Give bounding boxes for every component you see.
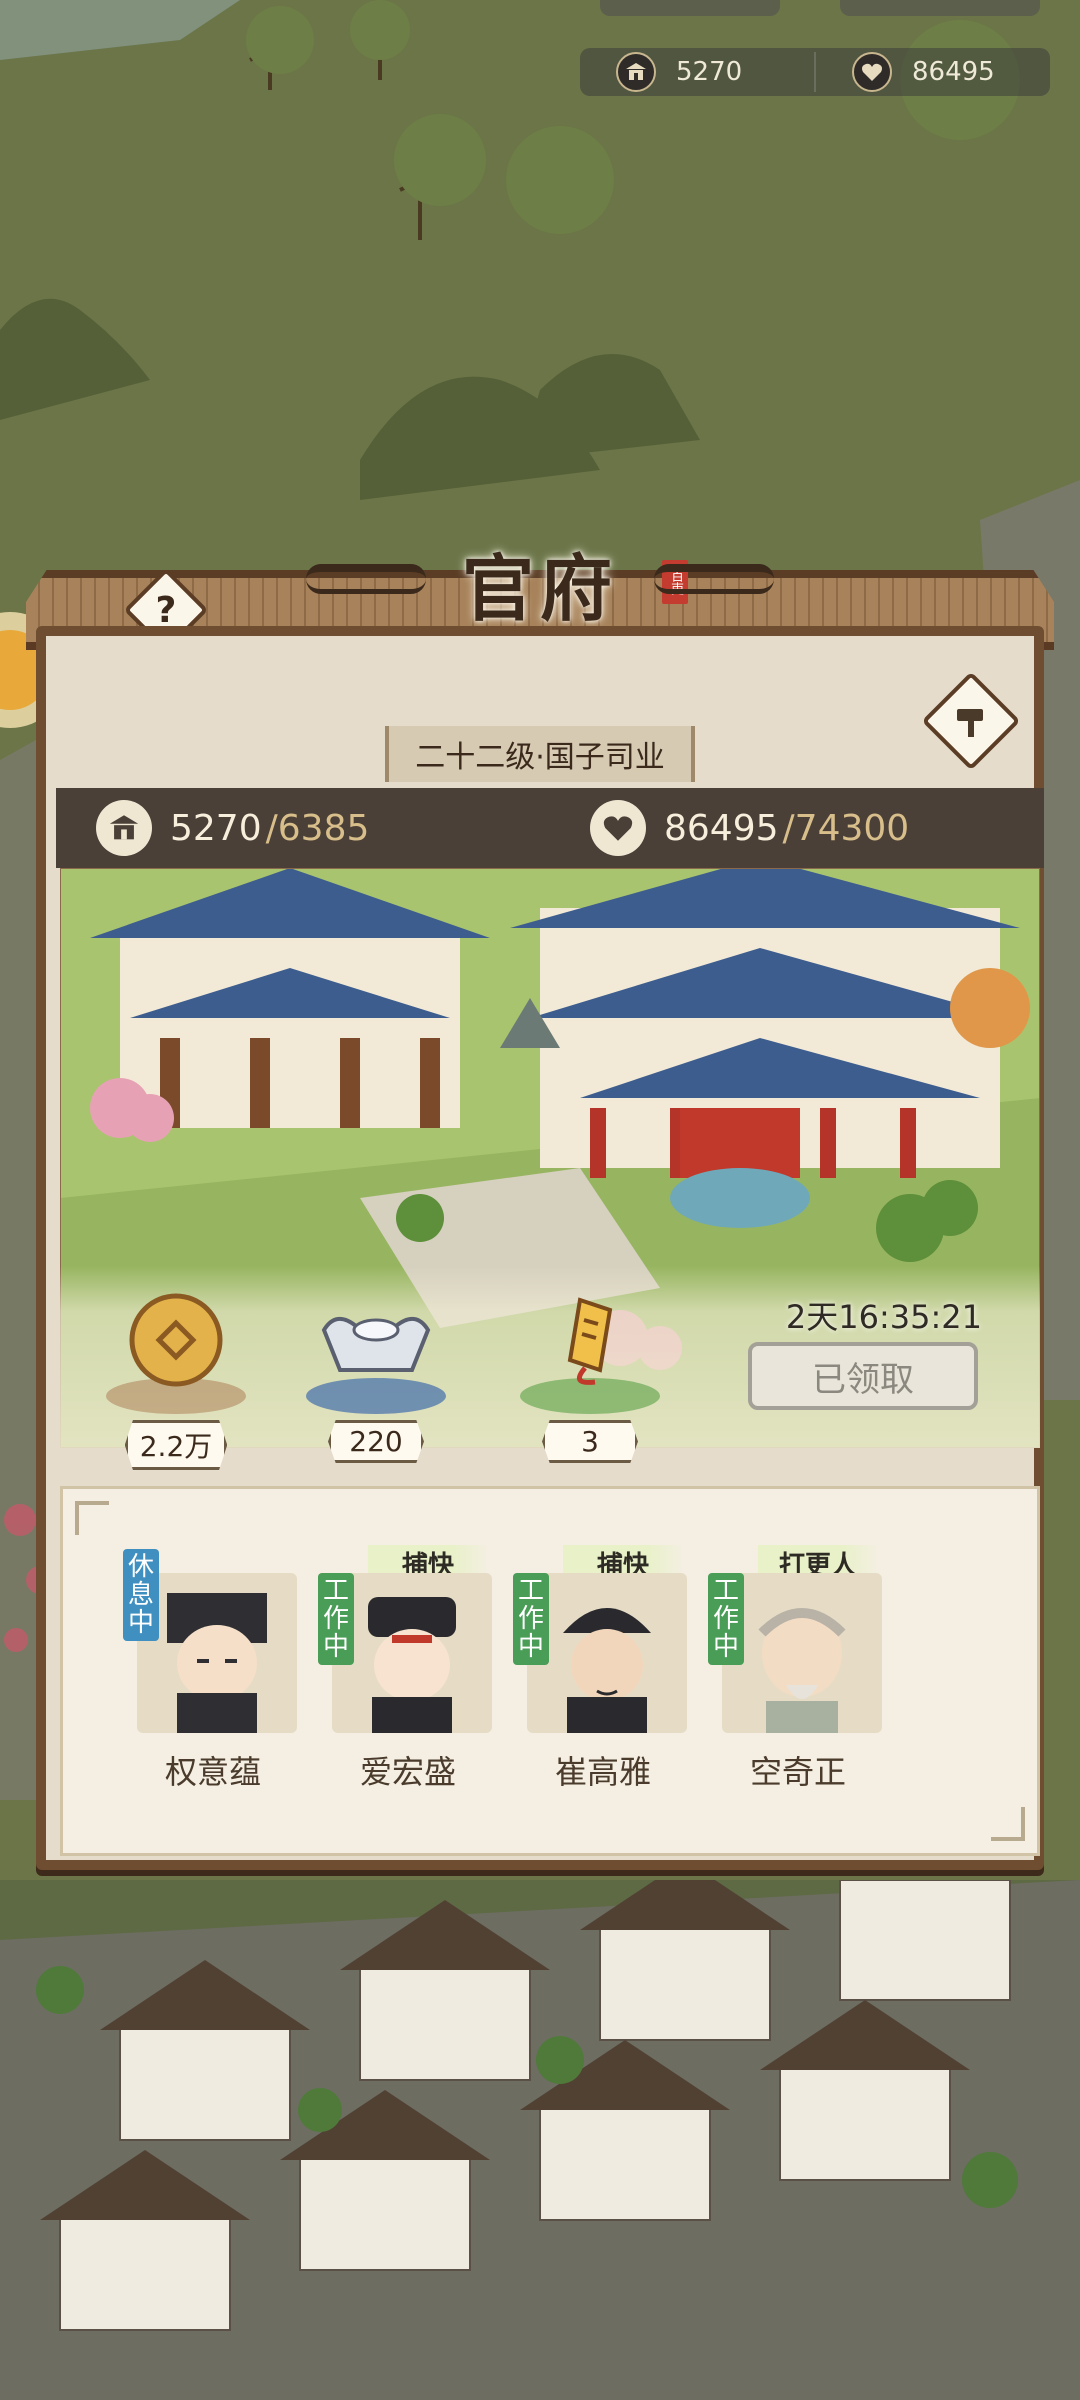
staff-name: 崔高雅 (554, 1753, 651, 1791)
staff-member[interactable]: 捕快 工作中 爱宏盛 (318, 1545, 498, 1793)
status-tag-working: 工作中 (513, 1573, 549, 1665)
status-tag-working: 工作中 (708, 1573, 744, 1665)
staff-name: 爱宏盛 (359, 1753, 456, 1791)
panel-title: 官府 (461, 546, 618, 631)
reward-silver-ingot[interactable]: 220 (306, 1290, 446, 1463)
status-tag-resting: 休息中 (123, 1549, 159, 1641)
heart-icon (852, 52, 892, 92)
silver-ingot-icon (321, 1317, 431, 1372)
constable-avatar (368, 1597, 456, 1733)
status-tag-working: 工作中 (318, 1573, 354, 1665)
top-bar-fragment (600, 0, 780, 16)
reward-copper-coin[interactable]: 2.2万 (106, 1290, 246, 1470)
constable-avatar (563, 1608, 651, 1733)
staff-member[interactable]: 捕快 工作中 崔高雅 (513, 1545, 693, 1793)
stat-heart: 86495 /74300 (550, 800, 1044, 856)
government-office-panel: 官府 百吏 ? 二十二级·国子司业 5270 /6385 86495 /7430… (26, 546, 1054, 1870)
top-resource-heart-value: 86495 (912, 57, 995, 87)
question-icon: ? (155, 589, 177, 631)
top-resource-gate[interactable]: 5270 (580, 52, 814, 92)
top-resource-bar: 5270 86495 (580, 48, 1050, 96)
golden-token-icon (567, 1297, 613, 1385)
top-bar-fragment (840, 0, 1040, 16)
reward-golden-token[interactable]: 3 (520, 1290, 660, 1463)
staff-name: 权意蕴 (164, 1753, 261, 1791)
stat-gate-value: 5270 (170, 807, 262, 849)
staff-member[interactable]: 休息中 权意蕴 (123, 1549, 303, 1793)
stat-gate-max: /6385 (265, 807, 370, 849)
copper-coin-icon (129, 1293, 223, 1387)
stat-gate: 5270 /6385 (56, 800, 550, 856)
corner-ornament (991, 1807, 1025, 1841)
stats-bar: 5270 /6385 86495 /74300 (56, 788, 1044, 868)
reward-count: 220 (328, 1420, 424, 1463)
reward-count: 3 (542, 1420, 638, 1463)
corner-ornament (75, 1501, 109, 1535)
staff-portrait (527, 1573, 687, 1733)
staff-portrait (722, 1573, 882, 1733)
stat-heart-value: 86495 (664, 807, 779, 849)
heart-icon (590, 800, 646, 856)
cloud-ornament-right (654, 564, 774, 594)
gate-icon (616, 52, 656, 92)
gate-icon (96, 800, 152, 856)
cloud-ornament-left (306, 564, 426, 594)
town-houses (0, 1880, 1080, 2400)
reward-count: 2.2万 (124, 1420, 228, 1470)
rewards-strip: 2.2万 220 3 2天16:35:21 已领取 (60, 1266, 1040, 1470)
staff-section: 休息中 权意蕴 捕快 工作中 爱宏盛 捕快 工作中 崔高雅 打更人 工作中 空奇… (60, 1486, 1040, 1856)
level-label: 二十二级·国子司业 (385, 726, 695, 782)
staff-name: 空奇正 (749, 1753, 846, 1791)
staff-member[interactable]: 打更人 工作中 空奇正 (708, 1545, 888, 1793)
panel-frame: 二十二级·国子司业 5270 /6385 86495 /74300 2.2万 2… (36, 626, 1044, 1870)
reward-timer: 2天16:35:21 (785, 1298, 982, 1336)
staff-portrait (137, 1573, 297, 1733)
top-resource-gate-value: 5270 (676, 57, 743, 87)
claimed-button[interactable]: 已领取 (748, 1342, 978, 1410)
official-avatar (167, 1593, 267, 1733)
level-subheader: 二十二级·国子司业 (46, 726, 1034, 782)
night-watchman-avatar (758, 1608, 846, 1733)
stat-heart-max: /74300 (782, 807, 910, 849)
staff-portrait (332, 1573, 492, 1733)
top-resource-heart[interactable]: 86495 (814, 52, 1050, 92)
